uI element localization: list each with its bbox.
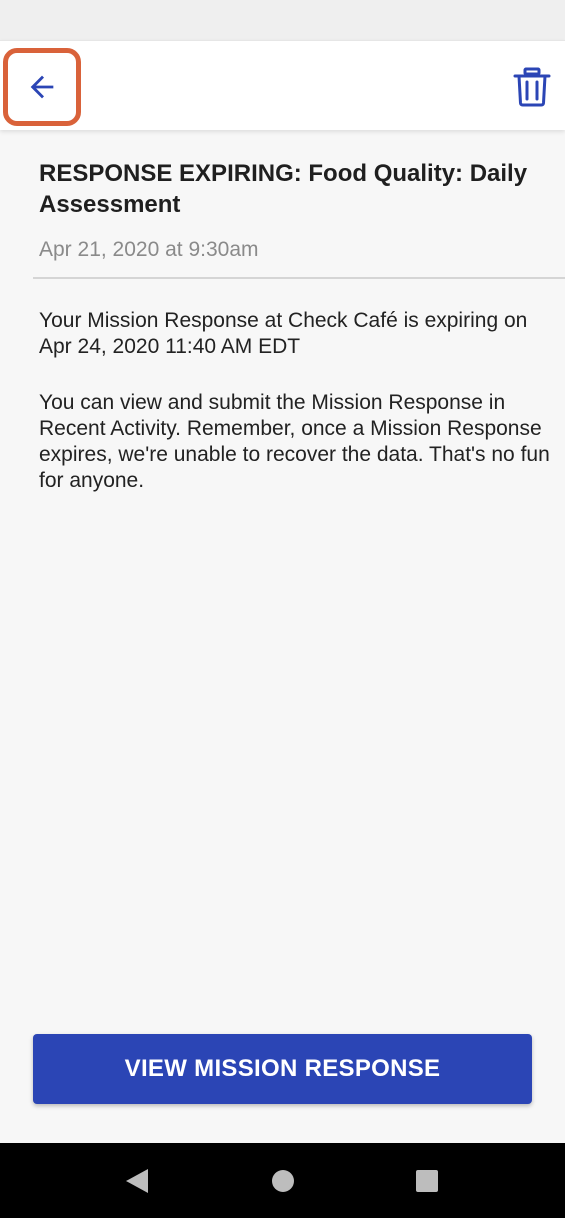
system-home-button[interactable] xyxy=(256,1143,310,1218)
view-mission-response-button[interactable]: VIEW MISSION RESPONSE xyxy=(33,1034,532,1104)
system-nav-bar xyxy=(0,1143,565,1218)
message-paragraph-1: Your Mission Response at Check Café is e… xyxy=(39,309,528,358)
system-back-button[interactable] xyxy=(110,1143,164,1218)
square-recents-icon xyxy=(416,1169,438,1192)
system-recents-button[interactable] xyxy=(400,1143,454,1218)
arrow-left-icon xyxy=(30,75,54,99)
divider xyxy=(33,277,565,279)
circle-home-icon xyxy=(272,1169,294,1192)
delete-button[interactable] xyxy=(510,65,554,109)
status-bar xyxy=(0,0,565,40)
page-title: RESPONSE EXPIRING: Food Quality: Daily A… xyxy=(39,160,528,218)
notification-date: Apr 21, 2020 at 9:30am xyxy=(39,238,259,261)
trash-icon xyxy=(513,67,551,107)
message-paragraph-2: You can view and submit the Mission Resp… xyxy=(39,391,550,492)
triangle-back-icon xyxy=(126,1168,148,1193)
back-button[interactable] xyxy=(3,48,81,126)
app-bar xyxy=(0,40,565,130)
